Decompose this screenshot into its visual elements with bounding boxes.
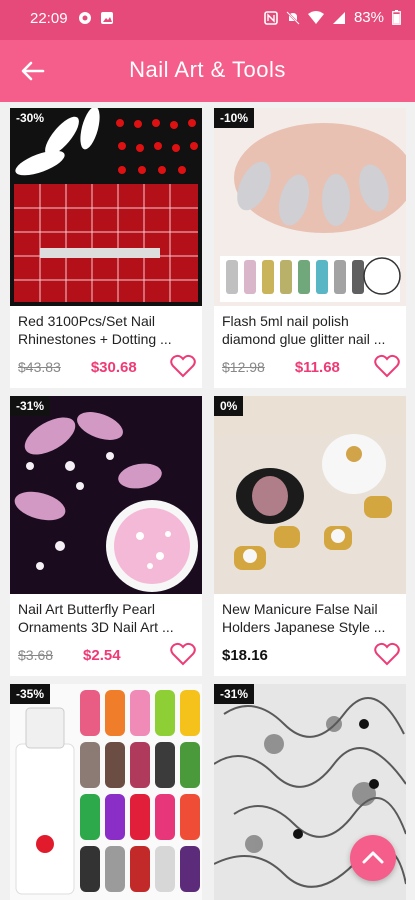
price: $18.16: [222, 646, 268, 664]
original-price: $43.83: [18, 359, 61, 375]
price-row: $43.83 $30.68: [18, 356, 194, 378]
status-time: 22:09: [30, 10, 68, 27]
heart-outline-icon[interactable]: [374, 642, 400, 666]
discount-badge: -30%: [10, 108, 51, 128]
product-image[interactable]: [10, 684, 202, 900]
app-bar: Nail Art & Tools: [0, 40, 415, 102]
chevron-up-icon: [362, 851, 384, 864]
original-price: $12.98: [222, 359, 265, 375]
battery-icon: [392, 10, 401, 25]
price-row: $12.98 $11.68: [222, 356, 398, 378]
product-image[interactable]: [214, 108, 406, 306]
product-name[interactable]: New Manicure False Nail Holders Japanese…: [222, 600, 398, 636]
discount-badge: -31%: [214, 684, 255, 704]
product-card[interactable]: -30% Red 3100Pcs/Set Nail Rhinestones + …: [10, 108, 202, 388]
scroll-top-button[interactable]: [350, 835, 396, 881]
product-name[interactable]: Red 3100Pcs/Set Nail Rhinestones + Dotti…: [18, 312, 194, 348]
app-notification-icon: [79, 12, 91, 24]
sale-price: $2.54: [83, 646, 121, 664]
product-image[interactable]: [10, 108, 202, 306]
product-card[interactable]: -31% Nail Art Butterfly Pearl Ornaments …: [10, 396, 202, 676]
mute-icon: [286, 10, 300, 25]
sale-price: $30.68: [90, 358, 137, 376]
status-right: 83%: [264, 9, 401, 26]
page-title: Nail Art & Tools: [129, 57, 286, 82]
battery-percent: 83%: [353, 9, 384, 26]
price-row: $18.16: [222, 644, 398, 666]
heart-outline-icon[interactable]: [170, 354, 196, 378]
product-name[interactable]: Flash 5ml nail polish diamond glue glitt…: [222, 312, 398, 348]
discount-badge: 0%: [214, 396, 244, 416]
discount-badge: -35%: [10, 684, 51, 704]
product-image[interactable]: [214, 396, 406, 594]
wifi-icon: [307, 10, 324, 24]
product-card[interactable]: 0% New Manicure False Nail Holders Japan…: [214, 396, 406, 676]
status-bar: 22:09 83%: [0, 0, 415, 40]
product-name[interactable]: Nail Art Butterfly Pearl Ornaments 3D Na…: [18, 600, 194, 636]
gallery-notification-icon: [101, 12, 113, 24]
product-image[interactable]: [10, 396, 202, 594]
heart-outline-icon[interactable]: [170, 642, 196, 666]
nfc-icon: [264, 10, 278, 25]
product-card[interactable]: -35%: [10, 684, 202, 900]
signal-icon: [332, 11, 345, 24]
price-row: $3.68 $2.54: [18, 644, 194, 666]
discount-badge: -10%: [214, 108, 255, 128]
discount-badge: -31%: [10, 396, 51, 416]
heart-outline-icon[interactable]: [374, 354, 400, 378]
original-price: $3.68: [18, 647, 54, 663]
product-card[interactable]: -10% Flash 5ml nail polish diamond glue …: [214, 108, 406, 388]
sale-price: $11.68: [294, 358, 340, 376]
